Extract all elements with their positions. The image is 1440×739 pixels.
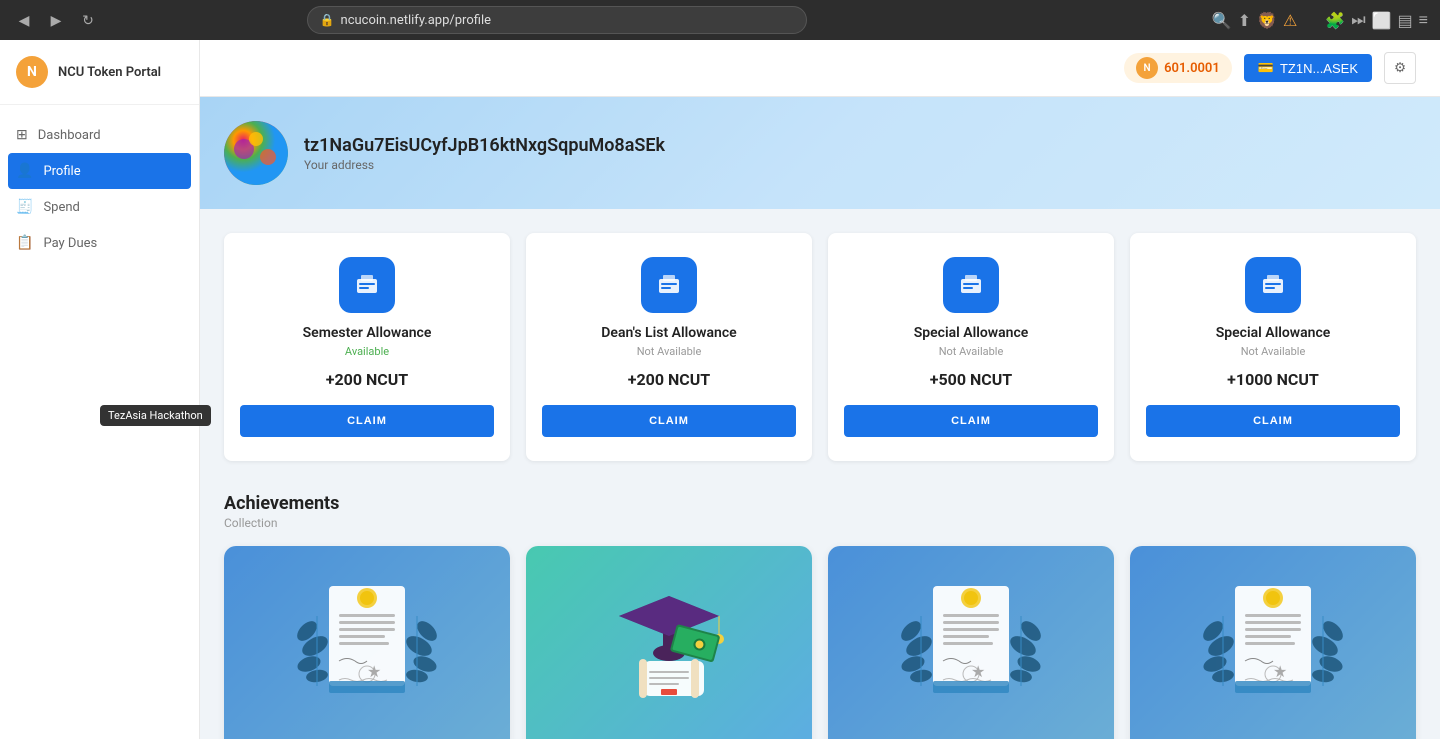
address-bar[interactable]: 🔒 ncucoin.netlify.app/profile [307, 6, 807, 34]
sidebar-header: N NCU Token Portal [0, 40, 199, 105]
balance-icon: N [1136, 57, 1158, 79]
achievement-card-3[interactable]: ★ Major Project Validation Student Name:… [1130, 546, 1416, 739]
claim-button-1[interactable]: CLAIM [542, 405, 796, 437]
allowance-cards-grid: Semester Allowance Available +200 NCUT C… [224, 233, 1416, 461]
sidebar-item-profile[interactable]: 👤 Profile [8, 153, 191, 189]
claim-button-0[interactable]: CLAIM [240, 405, 494, 437]
top-bar: N 601.0001 💳 TZ1N...ASEK ⚙ [200, 40, 1440, 97]
forward-button[interactable]: ▶ [44, 8, 68, 32]
sidebar-item-pay-dues[interactable]: 📋 Pay Dues [0, 225, 199, 261]
sidebar-item-dashboard[interactable]: ⊞ Dashboard [0, 117, 199, 153]
allowance-icon-0 [339, 257, 395, 313]
achievement-img-1 [526, 546, 812, 739]
allowance-icon-3 [1245, 257, 1301, 313]
puzzle-icon[interactable]: 🧩 [1325, 11, 1345, 30]
wallet-button[interactable]: 💳 TZ1N...ASEK [1244, 54, 1372, 82]
settings-button[interactable]: ⚙ [1384, 52, 1416, 84]
claim-button-2[interactable]: CLAIM [844, 405, 1098, 437]
profile-address: tz1NaGu7EisUCyfJpB16ktNxgSqpuMo8aSEk [304, 135, 665, 156]
achievement-img-3: ★ [1130, 546, 1416, 739]
menu-icon[interactable]: ≡ [1419, 10, 1428, 30]
card-amount-2: +500 NCUT [844, 370, 1098, 389]
achievement-card-1[interactable]: The NorthCap University Degree Student N… [526, 546, 812, 739]
card-amount-3: +1000 NCUT [1146, 370, 1400, 389]
sidebar-item-label: Pay Dues [43, 236, 97, 251]
card-status-3: Not Available [1146, 345, 1400, 358]
card-amount-0: +200 NCUT [240, 370, 494, 389]
tooltip-tezasia: TezAsia Hackathon [100, 405, 211, 426]
card-title-2: Special Allowance [844, 325, 1098, 341]
alert-icon[interactable]: ⚠ [1283, 11, 1297, 30]
share-icon[interactable]: ⬆ [1238, 11, 1251, 30]
app-logo: N [16, 56, 48, 88]
achievement-img-0: ★ [224, 546, 510, 739]
allowance-icon-2 [943, 257, 999, 313]
reload-button[interactable]: ↻ [76, 8, 100, 32]
profile-subtitle: Your address [304, 158, 665, 172]
allowance-icon-1 [641, 257, 697, 313]
browser-chrome: ◀ ▶ ↻ 🔒 ncucoin.netlify.app/profile 🔍 ⬆ … [0, 0, 1440, 40]
achievement-card-0[interactable]: ★ Binance Ideathon Certificate Student N… [224, 546, 510, 739]
sidebar-toggle-icon[interactable]: ▤ [1398, 11, 1413, 30]
back-button[interactable]: ◀ [12, 8, 36, 32]
allowance-card-3: Special Allowance Not Available +1000 NC… [1130, 233, 1416, 461]
app-container: N NCU Token Portal ⊞ Dashboard 👤 Profile… [0, 40, 1440, 739]
card-status-2: Not Available [844, 345, 1098, 358]
allowance-card-2: Special Allowance Not Available +500 NCU… [828, 233, 1114, 461]
wallet-label: TZ1N...ASEK [1280, 61, 1358, 76]
sidebar-item-label: Spend [43, 200, 79, 215]
brave-shield-icon[interactable]: 🦁 [1257, 11, 1277, 30]
allowance-card-0: Semester Allowance Available +200 NCUT C… [224, 233, 510, 461]
achievements-sub: Collection [224, 516, 1416, 530]
app-title: NCU Token Portal [58, 65, 161, 80]
content-area: Semester Allowance Available +200 NCUT C… [200, 209, 1440, 739]
allowance-card-1: Dean's List Allowance Not Available +200… [526, 233, 812, 461]
achievements-section: Achievements Collection [224, 493, 1416, 739]
sidebar-item-label: Dashboard [38, 128, 101, 143]
pay-dues-icon: 📋 [16, 235, 33, 251]
card-amount-1: +200 NCUT [542, 370, 796, 389]
balance-pill: N 601.0001 [1124, 53, 1232, 83]
wallet-icon: 💳 [1258, 60, 1274, 76]
dashboard-icon: ⊞ [16, 127, 28, 143]
browser-actions: 🔍 ⬆ 🦁 ⚠ 🧩 ⏭ ⬜ ▤ ≡ [1212, 10, 1428, 30]
card-title-1: Dean's List Allowance [542, 325, 796, 341]
window-icon[interactable]: ⬜ [1372, 11, 1392, 30]
profile-header: tz1NaGu7EisUCyfJpB16ktNxgSqpuMo8aSEk You… [200, 97, 1440, 209]
achievement-card-2[interactable]: ★ TezAsia Hackathon Student Name:Udit Ka… [828, 546, 1114, 739]
card-status-0: Available [240, 345, 494, 358]
profile-icon: 👤 [16, 163, 33, 179]
media-icon[interactable]: ⏭ [1351, 10, 1365, 30]
settings-icon: ⚙ [1394, 60, 1406, 76]
main-content: N 601.0001 💳 TZ1N...ASEK ⚙ [200, 40, 1440, 739]
sidebar-item-label: Profile [43, 164, 80, 179]
balance-value: 601.0001 [1164, 61, 1220, 76]
achievements-grid: ★ Binance Ideathon Certificate Student N… [224, 546, 1416, 739]
achievement-img-2: ★ [828, 546, 1114, 739]
avatar [224, 121, 288, 185]
card-title-0: Semester Allowance [240, 325, 494, 341]
sidebar: N NCU Token Portal ⊞ Dashboard 👤 Profile… [0, 40, 200, 739]
spend-icon: 🧾 [16, 199, 33, 215]
profile-info: tz1NaGu7EisUCyfJpB16ktNxgSqpuMo8aSEk You… [304, 135, 665, 172]
card-title-3: Special Allowance [1146, 325, 1400, 341]
url-text: ncucoin.netlify.app/profile [341, 13, 492, 28]
sidebar-item-spend[interactable]: 🧾 Spend [0, 189, 199, 225]
achievements-title: Achievements [224, 493, 1416, 514]
search-icon[interactable]: 🔍 [1212, 11, 1232, 30]
card-status-1: Not Available [542, 345, 796, 358]
claim-button-3[interactable]: CLAIM [1146, 405, 1400, 437]
